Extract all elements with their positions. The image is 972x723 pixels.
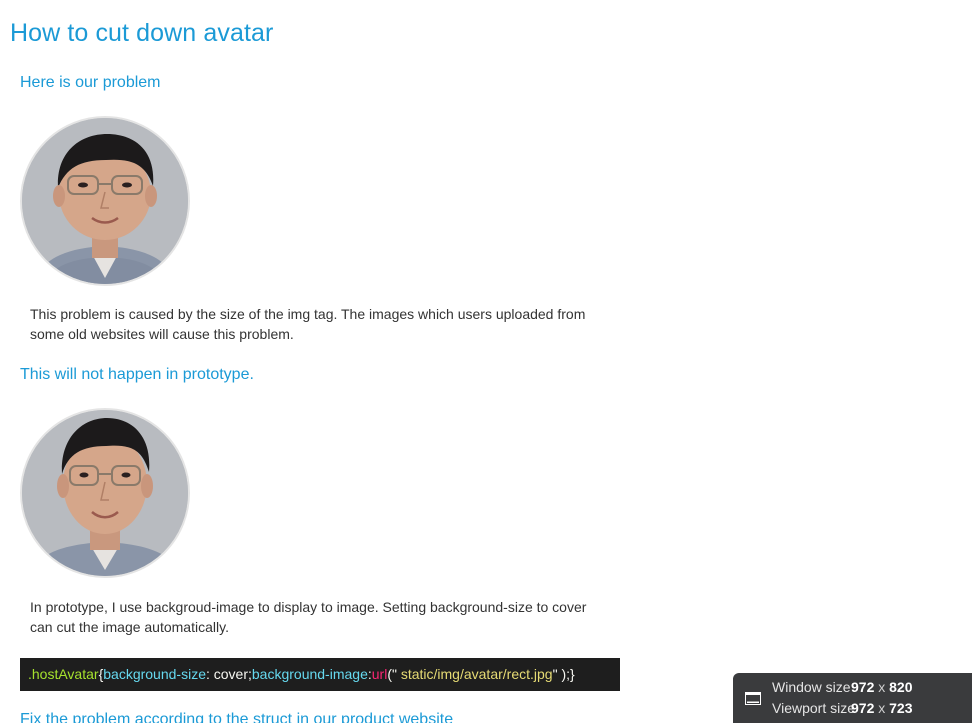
viewport-width: 972: [851, 700, 875, 716]
window-size-overlay: Window size 972 x 820 Viewport size 972 …: [733, 673, 972, 723]
avatar-image-cropped: [20, 408, 190, 578]
window-height: 820: [889, 679, 913, 695]
prototype-description-line2: can cut the image automatically.: [30, 619, 229, 635]
problem-description-line1: This problem is caused by the size of th…: [30, 306, 586, 322]
viewport-size-value: 972 x 723: [851, 698, 913, 718]
window-size-row: Window size 972 x 820: [772, 677, 913, 697]
page-title: How to cut down avatar: [10, 19, 274, 47]
window-size-label: Window size: [772, 679, 851, 695]
window-size-value: 972 x 820: [851, 677, 913, 697]
viewport-height: 723: [889, 700, 913, 716]
code-string-path: static/img/avatar/rect.jpg: [396, 666, 553, 682]
problem-description-line2: some old websites will cause this proble…: [30, 326, 294, 342]
code-paren-close: " );}: [552, 666, 575, 682]
page: How to cut down avatar Here is our probl…: [0, 0, 972, 723]
code-property-background-size: background-size: [103, 666, 206, 682]
code-function-url: url: [371, 666, 388, 682]
prototype-description-line1: In prototype, I use backgroud-image to d…: [30, 599, 587, 615]
prototype-description: In prototype, I use backgroud-image to d…: [30, 597, 630, 637]
section-heading-prototype: This will not happen in prototype.: [20, 366, 254, 383]
problem-description: This problem is caused by the size of th…: [30, 304, 630, 344]
code-selector: .hostAvatar: [28, 666, 99, 682]
code-colon: :: [205, 666, 214, 682]
section-heading-fix: Fix the problem according to the struct …: [20, 711, 454, 723]
viewport-size-label: Viewport size: [772, 700, 856, 716]
code-property-background-image: background-image: [251, 666, 368, 682]
code-snippet: .hostAvatar{background-size: cover;backg…: [20, 658, 620, 691]
avatar-image-distorted: [20, 116, 190, 286]
window-icon: [745, 692, 761, 705]
window-width: 972: [851, 679, 875, 695]
code-value-cover: cover: [213, 666, 248, 682]
viewport-size-separator: x: [878, 700, 886, 716]
code-paren-open: (": [387, 666, 397, 682]
window-size-separator: x: [878, 679, 886, 695]
section-heading-problem: Here is our problem: [20, 74, 161, 91]
viewport-size-row: Viewport size 972 x 723: [772, 698, 913, 718]
